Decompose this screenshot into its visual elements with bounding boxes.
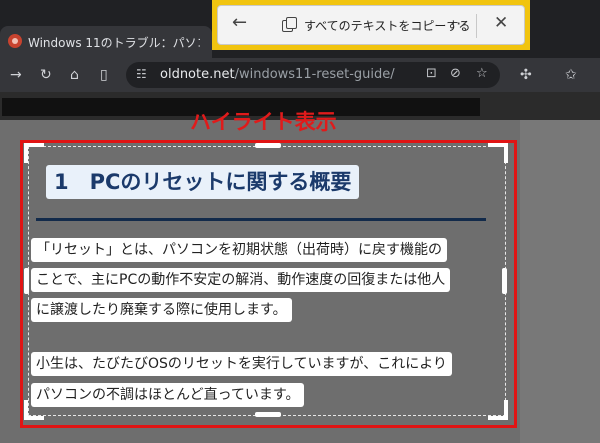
browser-tab[interactable]: Windows 11のトラブル：パソコンを bbox=[0, 26, 212, 58]
page-side-column bbox=[520, 120, 600, 443]
paragraph1-line1[interactable]: 「リセット」とは、パソコンを初期状態（出荷時）に戻す機能の bbox=[31, 238, 447, 262]
favorite-star-icon[interactable]: ☆ bbox=[476, 66, 488, 81]
toolbar-highlight-frame: ← すべてのテキストをコピーする ··· ✕ bbox=[212, 0, 530, 50]
selection-corner-bottom-right[interactable] bbox=[488, 400, 508, 420]
heading-underline bbox=[36, 218, 486, 221]
site-favicon-icon bbox=[8, 34, 22, 48]
app-install-icon[interactable]: ⊡ bbox=[426, 66, 437, 81]
url-path: /windows11-reset-guide/ bbox=[234, 67, 395, 82]
home-icon[interactable]: ⌂ bbox=[70, 66, 79, 84]
paragraph2-line1[interactable]: 小生は、たびたびOSのリセットを実行していますが、これにより bbox=[31, 352, 452, 376]
paragraph1-line2[interactable]: ことで、主にPCの動作不安定の解消、動作速度の回復または他人 bbox=[31, 268, 451, 292]
selection-handle-top[interactable] bbox=[255, 143, 281, 148]
close-icon[interactable]: ✕ bbox=[494, 13, 508, 33]
favorites-icon[interactable]: ✩ bbox=[565, 66, 577, 84]
arrow-left-icon[interactable]: ← bbox=[232, 12, 247, 33]
tab-title: Windows 11のトラブル：パソコンを bbox=[28, 36, 200, 50]
tracking-prevention-icon[interactable]: ⊘ bbox=[450, 66, 461, 81]
reading-mode-icon[interactable]: ▯ bbox=[100, 66, 108, 84]
site-info-icon[interactable]: ☷ bbox=[136, 67, 147, 81]
copy-icon[interactable] bbox=[282, 17, 297, 32]
selection-handle-right[interactable] bbox=[502, 268, 507, 294]
more-icon[interactable]: ··· bbox=[450, 14, 468, 33]
selection-corner-top-right[interactable] bbox=[488, 143, 508, 163]
screenshot: Windows 11のトラブル：パソコンを → ↻ ⌂ ▯ ✣ ✩ ☷ oldn… bbox=[0, 0, 600, 443]
forward-icon[interactable]: → bbox=[10, 66, 22, 84]
reload-icon[interactable]: ↻ bbox=[40, 66, 52, 84]
paragraph1-line3[interactable]: に譲渡したり廃棄する際に使用します。 bbox=[31, 298, 292, 322]
selection-handle-left[interactable] bbox=[24, 268, 29, 294]
extensions-icon[interactable]: ✣ bbox=[520, 66, 532, 84]
toolbar-divider bbox=[476, 14, 477, 38]
copy-text-toolbar: ← すべてのテキストをコピーする ··· ✕ bbox=[217, 5, 525, 45]
copy-all-text-button[interactable]: すべてのテキストをコピーする bbox=[304, 17, 470, 34]
article-heading: 1 PCのリセットに関する概要 bbox=[46, 165, 360, 199]
address-bar[interactable]: ☷ oldnote.net/windows11-reset-guide/ ⊡ ⊘… bbox=[126, 62, 500, 88]
paragraph2-line2[interactable]: パソコンの不調はほとんど直っています。 bbox=[31, 383, 305, 407]
url-host: oldnote.net bbox=[160, 67, 235, 82]
highlight-caption: ハイライト表示 bbox=[190, 110, 337, 134]
url-text: oldnote.net/windows11-reset-guide/ bbox=[160, 67, 395, 82]
selection-corner-top-left[interactable] bbox=[24, 143, 44, 163]
selection-handle-bottom[interactable] bbox=[255, 412, 281, 417]
